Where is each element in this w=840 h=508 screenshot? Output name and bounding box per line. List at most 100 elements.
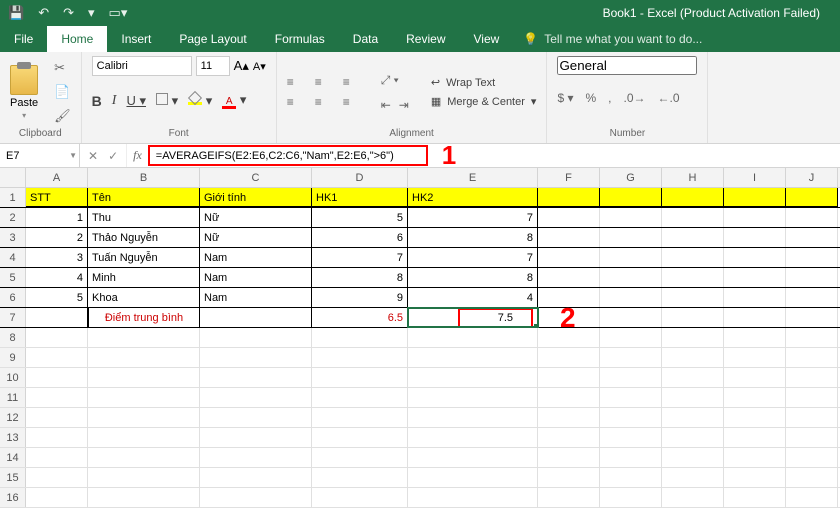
cell-E14[interactable] [408, 448, 538, 467]
tab-home[interactable]: Home [47, 26, 107, 52]
cell-C10[interactable] [200, 368, 312, 387]
tab-insert[interactable]: Insert [107, 26, 165, 52]
merge-center-button[interactable]: ▦Merge & Center ▾ [431, 95, 537, 108]
align-bottom-icon[interactable]: ≡ [343, 75, 363, 89]
col-header-E[interactable]: E [408, 168, 538, 187]
cell-I16[interactable] [724, 488, 786, 507]
cell-I8[interactable] [724, 328, 786, 347]
cell-A5[interactable]: 4 [26, 268, 88, 287]
cell-B12[interactable] [88, 408, 200, 427]
cell-E4[interactable]: 7 [408, 248, 538, 267]
cell-B1[interactable]: Tên [88, 188, 200, 207]
cell-D14[interactable] [312, 448, 408, 467]
cell-A8[interactable] [26, 328, 88, 347]
tell-me[interactable]: 💡 Tell me what you want to do... [513, 26, 712, 52]
cell-F11[interactable] [538, 388, 600, 407]
cell-J10[interactable] [786, 368, 838, 387]
cell-G9[interactable] [600, 348, 662, 367]
paste-button[interactable]: Paste ▾ [10, 65, 38, 120]
redo-icon[interactable]: ↷ [63, 5, 74, 21]
cell-A3[interactable]: 2 [26, 228, 88, 247]
row-header-5[interactable]: 5 [0, 268, 26, 287]
cell-A16[interactable] [26, 488, 88, 507]
cell-I13[interactable] [724, 428, 786, 447]
cell-B4[interactable]: Tuấn Nguyễn [88, 248, 200, 267]
row-header-6[interactable]: 6 [0, 288, 26, 307]
cell-C2[interactable]: Nữ [200, 208, 312, 227]
cell-J14[interactable] [786, 448, 838, 467]
cell-A1[interactable]: STT [26, 188, 88, 207]
cell-G3[interactable] [600, 228, 662, 247]
cell-H7[interactable] [662, 308, 724, 327]
accounting-format-icon[interactable]: $ ▾ [557, 91, 573, 105]
cell-I11[interactable] [724, 388, 786, 407]
cell-C1[interactable]: Giới tính [200, 188, 312, 207]
cell-F4[interactable] [538, 248, 600, 267]
cell-I7[interactable] [724, 308, 786, 327]
cell-J1[interactable] [786, 188, 838, 207]
decrease-font-icon[interactable]: A▾ [253, 60, 266, 73]
cell-A4[interactable]: 3 [26, 248, 88, 267]
comma-format-icon[interactable]: , [608, 91, 611, 105]
cell-F9[interactable] [538, 348, 600, 367]
qat-customize-icon[interactable]: ▾ [88, 5, 95, 21]
col-header-C[interactable]: C [200, 168, 312, 187]
cell-A11[interactable] [26, 388, 88, 407]
cell-H15[interactable] [662, 468, 724, 487]
cell-E7-selected[interactable]: 7.5 [408, 308, 538, 327]
cell-B2[interactable]: Thu [88, 208, 200, 227]
cell-B16[interactable] [88, 488, 200, 507]
cell-H6[interactable] [662, 288, 724, 307]
cell-I5[interactable] [724, 268, 786, 287]
cell-G10[interactable] [600, 368, 662, 387]
cell-F1[interactable] [538, 188, 600, 207]
cell-D1[interactable]: HK1 [312, 188, 408, 207]
cell-H13[interactable] [662, 428, 724, 447]
cell-D12[interactable] [312, 408, 408, 427]
borders-button[interactable]: ▾ [156, 93, 178, 109]
col-header-F[interactable]: F [538, 168, 600, 187]
cell-J2[interactable] [786, 208, 838, 227]
cell-D5[interactable]: 8 [312, 268, 408, 287]
cell-D13[interactable] [312, 428, 408, 447]
cancel-formula-icon[interactable]: ✕ [88, 149, 98, 163]
cell-I2[interactable] [724, 208, 786, 227]
formula-input[interactable]: =AVERAGEIFS(E2:E6,C2:C6,"Nam",E2:E6,">6"… [148, 145, 428, 166]
undo-icon[interactable]: ↶ [38, 5, 49, 21]
cell-E13[interactable] [408, 428, 538, 447]
cell-J4[interactable] [786, 248, 838, 267]
cell-C14[interactable] [200, 448, 312, 467]
cell-H8[interactable] [662, 328, 724, 347]
cell-H14[interactable] [662, 448, 724, 467]
row-header-12[interactable]: 12 [0, 408, 26, 427]
cell-B3[interactable]: Thảo Nguyễn [88, 228, 200, 247]
cell-D11[interactable] [312, 388, 408, 407]
fill-color-button[interactable]: ▾ [188, 93, 212, 109]
cell-A7[interactable] [26, 308, 88, 327]
tab-formulas[interactable]: Formulas [261, 26, 339, 52]
cell-B5[interactable]: Minh [88, 268, 200, 287]
bold-button[interactable]: B [92, 93, 102, 109]
select-all-corner[interactable] [0, 168, 26, 187]
cell-B14[interactable] [88, 448, 200, 467]
cell-E12[interactable] [408, 408, 538, 427]
row-header-4[interactable]: 4 [0, 248, 26, 267]
cell-B10[interactable] [88, 368, 200, 387]
cell-A14[interactable] [26, 448, 88, 467]
cell-G1[interactable] [600, 188, 662, 207]
align-center-icon[interactable]: ≡ [315, 95, 335, 109]
cell-E15[interactable] [408, 468, 538, 487]
row-header-9[interactable]: 9 [0, 348, 26, 367]
cell-F15[interactable] [538, 468, 600, 487]
cell-D4[interactable]: 7 [312, 248, 408, 267]
row-header-10[interactable]: 10 [0, 368, 26, 387]
cell-H9[interactable] [662, 348, 724, 367]
tab-view[interactable]: View [460, 26, 514, 52]
cell-I6[interactable] [724, 288, 786, 307]
row-header-13[interactable]: 13 [0, 428, 26, 447]
col-header-J[interactable]: J [786, 168, 838, 187]
cell-A2[interactable]: 1 [26, 208, 88, 227]
cell-C16[interactable] [200, 488, 312, 507]
cell-I10[interactable] [724, 368, 786, 387]
row-header-8[interactable]: 8 [0, 328, 26, 347]
